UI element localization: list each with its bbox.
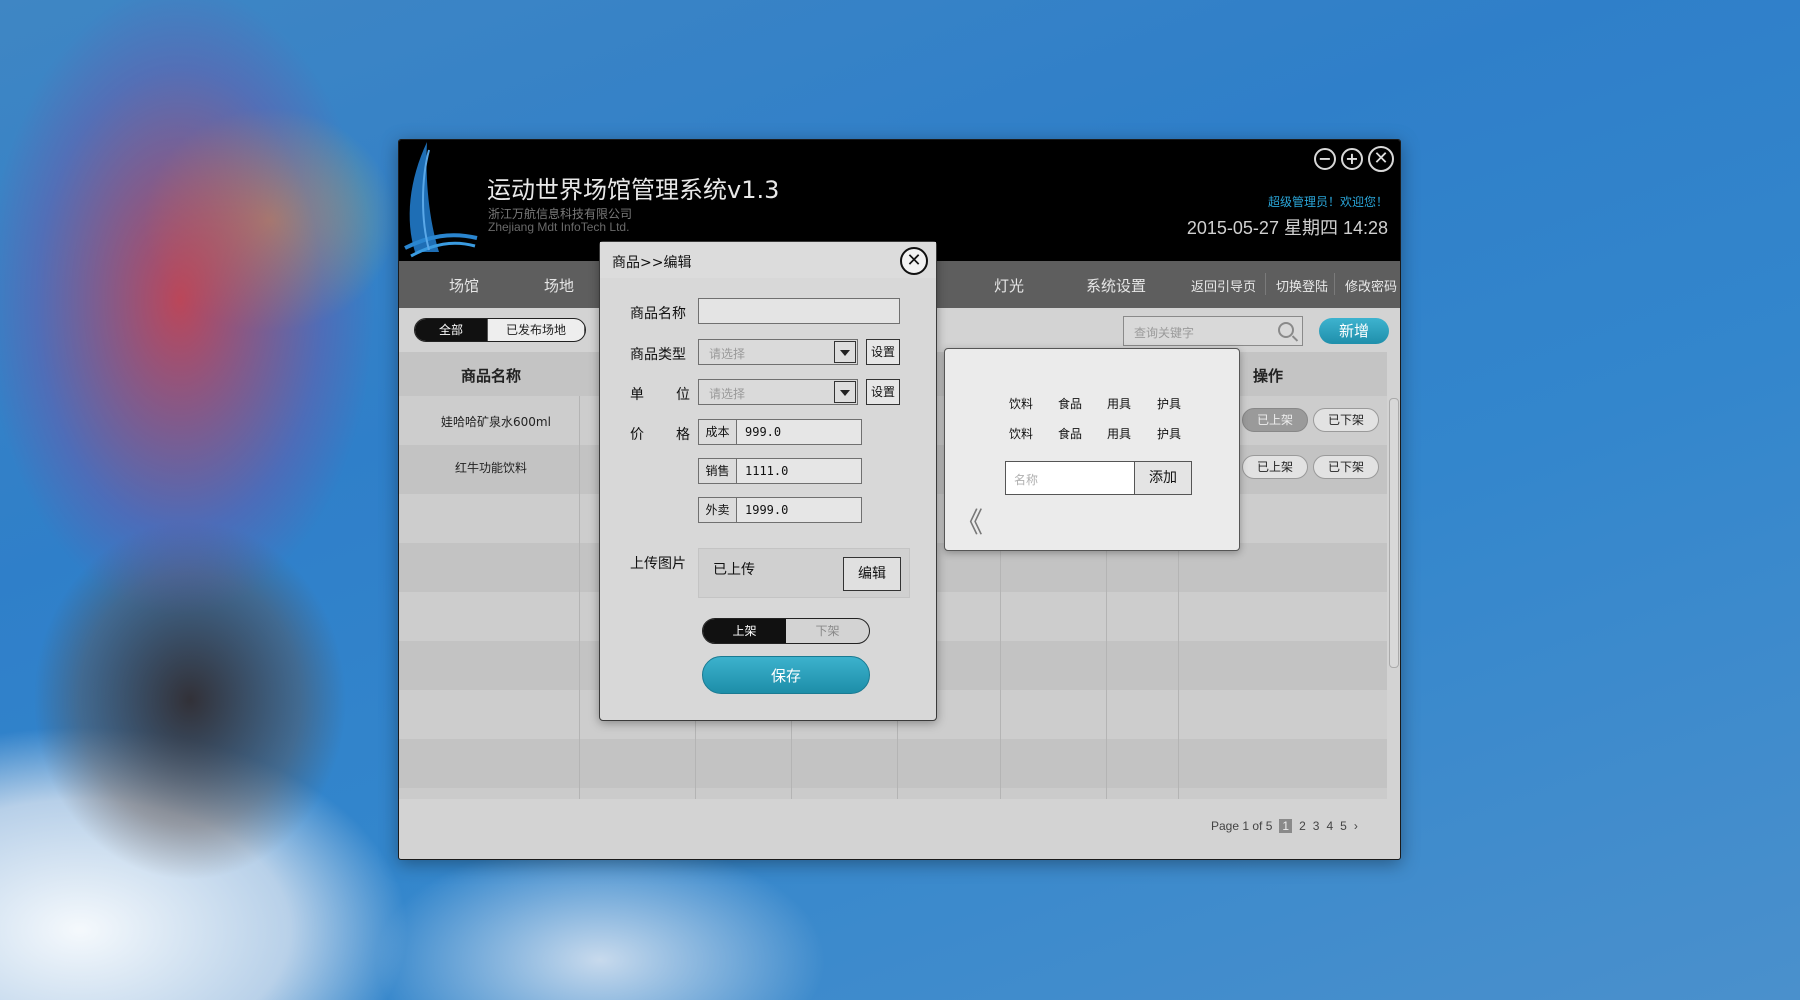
add-button[interactable]: 新增 xyxy=(1319,318,1389,344)
close-window-icon[interactable]: ✕ xyxy=(1368,146,1394,172)
edit-product-dialog: 商品>>编辑 ✕ 商品名称 商品类型 请选择 设置 单 位 请选择 设置 价 格… xyxy=(599,241,937,721)
price-label-first: 价 xyxy=(630,427,644,443)
price-label-second: 格 xyxy=(676,427,690,443)
dialog-title: 商品>>编辑 xyxy=(612,255,692,271)
maximize-icon[interactable]: + xyxy=(1341,148,1363,170)
unit-placeholder: 请选择 xyxy=(709,387,746,401)
chevron-down-icon[interactable] xyxy=(834,341,856,363)
takeout-price-tag: 外卖 xyxy=(699,498,737,522)
edit-image-button[interactable]: 编辑 xyxy=(843,557,901,591)
save-button[interactable]: 保存 xyxy=(702,656,870,694)
search-placeholder: 查询关键字 xyxy=(1134,326,1195,340)
page-summary: Page 1 of 5 xyxy=(1211,819,1273,833)
window-controls: − + ✕ xyxy=(1314,146,1394,172)
unit-label-second: 位 xyxy=(676,387,690,403)
unit-settings-button[interactable]: 设置 xyxy=(866,379,900,405)
unit-label-first: 单 xyxy=(630,387,644,403)
minimize-icon[interactable]: − xyxy=(1314,148,1336,170)
unit-select[interactable]: 请选择 xyxy=(698,379,858,405)
welcome-text: 超级管理员！欢迎您！ xyxy=(1267,195,1388,209)
chevron-down-icon[interactable] xyxy=(834,381,856,403)
collapse-arrow-icon[interactable]: 《 xyxy=(955,509,983,537)
status-off-shelf[interactable]: 下架 xyxy=(786,619,869,643)
nav-item-venue[interactable]: 场馆 xyxy=(449,275,479,296)
category-tag[interactable]: 用具 xyxy=(1107,395,1131,412)
table-row xyxy=(399,739,1387,788)
product-name: 娃哈哈矿泉水600ml xyxy=(441,415,551,429)
filter-all[interactable]: 全部 xyxy=(415,319,489,341)
dialog-header: 商品>>编辑 ✕ xyxy=(600,242,936,278)
datetime: 2015-05-27 星期四 14:28 xyxy=(1186,218,1388,238)
page-link-3[interactable]: 3 xyxy=(1313,819,1320,833)
category-name-placeholder: 名称 xyxy=(1014,473,1039,487)
page-link-2[interactable]: 2 xyxy=(1299,819,1306,833)
off-shelf-button[interactable]: 已下架 xyxy=(1313,408,1379,432)
nav-item-court[interactable]: 场地 xyxy=(544,275,574,296)
upload-status: 已上传 xyxy=(713,562,755,578)
column-header-name: 商品名称 xyxy=(461,367,522,385)
product-name-field[interactable] xyxy=(698,298,900,324)
category-tag[interactable]: 护具 xyxy=(1157,425,1181,442)
cost-price-tag: 成本 xyxy=(699,420,737,444)
category-tag[interactable]: 饮料 xyxy=(1009,425,1033,442)
upload-image-label: 上传图片 xyxy=(630,556,686,572)
close-icon[interactable]: ✕ xyxy=(900,247,928,275)
nav-item-settings[interactable]: 系统设置 xyxy=(1086,275,1146,296)
takeout-price-value[interactable]: 1999.0 xyxy=(737,498,788,522)
upload-box: 已上传 编辑 xyxy=(698,548,910,598)
sale-price-value[interactable]: 1111.0 xyxy=(737,459,788,483)
page-link-1[interactable]: 1 xyxy=(1279,819,1293,833)
category-tag[interactable]: 饮料 xyxy=(1009,395,1033,412)
page-link-4[interactable]: 4 xyxy=(1326,819,1333,833)
cost-price-field[interactable]: 成本 999.0 xyxy=(698,419,862,445)
filter-segment: 全部 已发布场地 xyxy=(414,318,587,342)
column-divider xyxy=(579,396,580,799)
filter-published[interactable]: 已发布场地 xyxy=(488,319,586,341)
pagination: Page 1 of 5 1 2 3 4 5 › xyxy=(1211,819,1358,833)
product-type-placeholder: 请选择 xyxy=(709,347,746,361)
product-name: 红牛功能饮料 xyxy=(455,461,528,475)
category-tag[interactable]: 食品 xyxy=(1058,395,1082,412)
on-shelf-button[interactable]: 已上架 xyxy=(1242,455,1308,479)
search-icon[interactable] xyxy=(1278,322,1294,338)
nav-divider xyxy=(1334,273,1335,295)
category-name-input[interactable]: 名称 xyxy=(1005,461,1135,495)
on-shelf-button[interactable]: 已上架 xyxy=(1242,408,1308,432)
nav-link-back-to-guide[interactable]: 返回引导页 xyxy=(1191,276,1256,295)
next-page-icon[interactable]: › xyxy=(1354,819,1358,833)
search-input[interactable]: 查询关键字 xyxy=(1123,316,1303,346)
nav-link-change-password[interactable]: 修改密码 xyxy=(1345,276,1397,295)
category-tag[interactable]: 用具 xyxy=(1107,425,1131,442)
company-name-en: Zhejiang Mdt InfoTech Ltd. xyxy=(488,220,630,234)
nav-link-switch-login[interactable]: 切换登陆 xyxy=(1276,276,1328,295)
product-type-select[interactable]: 请选择 xyxy=(698,339,858,365)
nav-divider xyxy=(1265,273,1266,295)
off-shelf-button[interactable]: 已下架 xyxy=(1313,455,1379,479)
type-settings-button[interactable]: 设置 xyxy=(866,339,900,365)
product-name-label: 商品名称 xyxy=(630,306,686,322)
add-category-button[interactable]: 添加 xyxy=(1134,461,1192,495)
product-type-label: 商品类型 xyxy=(630,347,686,363)
sale-price-tag: 销售 xyxy=(699,459,737,483)
sail-logo-icon xyxy=(404,142,478,258)
cost-price-value[interactable]: 999.0 xyxy=(737,420,781,444)
sale-price-field[interactable]: 销售 1111.0 xyxy=(698,458,862,484)
shelf-status-toggle: 上架 下架 xyxy=(702,618,870,644)
nav-item-lighting[interactable]: 灯光 xyxy=(994,275,1024,296)
takeout-price-field[interactable]: 外卖 1999.0 xyxy=(698,497,862,523)
table-scrollbar[interactable] xyxy=(1389,398,1399,668)
column-header-actions: 操作 xyxy=(1253,367,1284,385)
category-tag[interactable]: 护具 xyxy=(1157,395,1181,412)
category-tag[interactable]: 食品 xyxy=(1058,425,1082,442)
app-title: 运动世界场馆管理系统v1.3 xyxy=(487,176,780,204)
page-link-5[interactable]: 5 xyxy=(1340,819,1347,833)
category-popup: 饮料 食品 用具 护具 饮料 食品 用具 护具 名称 添加 《 xyxy=(944,348,1240,551)
status-on-shelf[interactable]: 上架 xyxy=(703,619,786,643)
